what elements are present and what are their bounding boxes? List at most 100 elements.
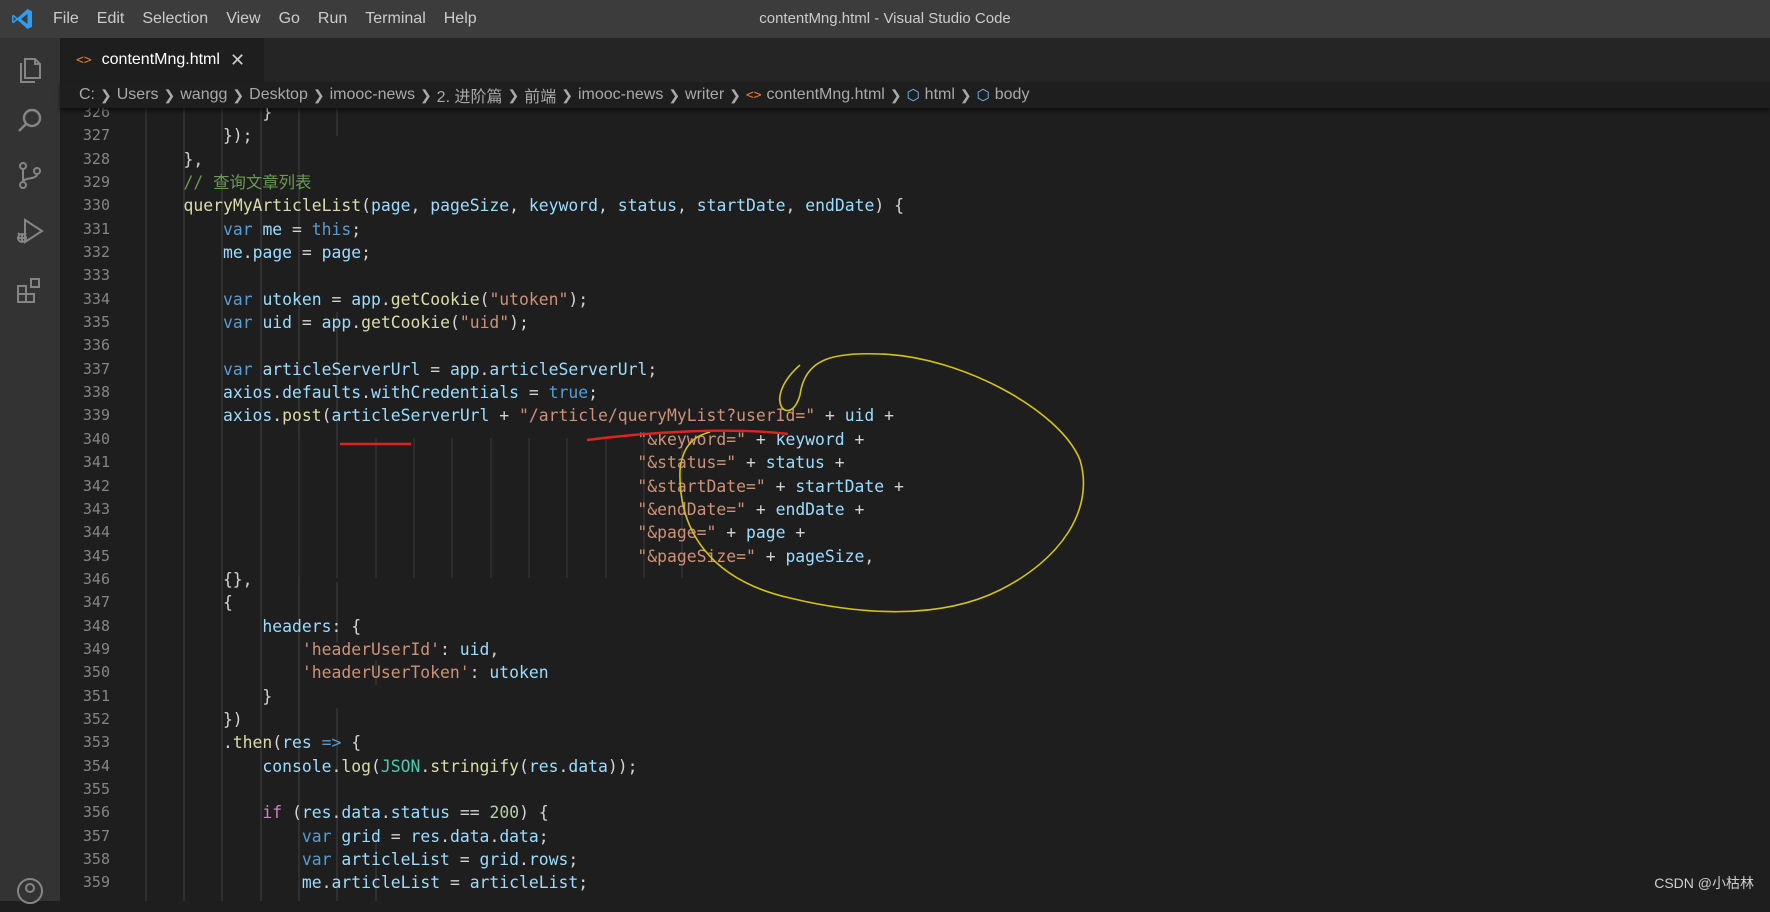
line-number: 333	[82, 266, 110, 285]
line-number: 350	[82, 663, 110, 682]
code-lines: } }); }, // 查询文章列表 queryMyArticleList(pa…	[144, 108, 904, 895]
code-line: });	[144, 126, 253, 146]
line-number: 359	[82, 873, 110, 892]
code-line: 'headerUserId': uid,	[301, 639, 500, 659]
breadcrumb-item[interactable]: 2. 进阶篇	[437, 83, 503, 107]
chevron-right-icon: ❯	[729, 86, 741, 103]
line-number: 338	[82, 383, 110, 402]
line-number: 342	[82, 476, 110, 495]
search-icon[interactable]	[13, 104, 47, 138]
breadcrumb-item[interactable]: contentMng.html	[767, 86, 885, 104]
line-number-gutter: 326 327 328 329 330 331 332 333 334 335 …	[60, 108, 110, 895]
line-number: 344	[82, 523, 110, 542]
code-line: })	[144, 709, 243, 729]
code-line: var uid = app.getCookie("uid");	[222, 313, 529, 333]
chevron-right-icon: ❯	[163, 86, 176, 103]
chevron-right-icon: ❯	[507, 86, 520, 103]
breadcrumb-item[interactable]: C:	[79, 86, 95, 104]
line-number: 334	[82, 289, 110, 308]
code-line: .then(res => {	[144, 733, 362, 753]
source-control-icon[interactable]	[13, 158, 47, 192]
line-number: 354	[82, 756, 110, 775]
code-line: var articleServerUrl = app.articleServer…	[222, 359, 658, 379]
code-line: },	[144, 149, 204, 169]
line-number: 355	[82, 779, 110, 798]
code-line: "&pageSize=" + pageSize,	[637, 546, 875, 566]
line-number: 352	[82, 709, 110, 728]
line-number: 337	[82, 359, 110, 378]
line-number: 347	[82, 593, 110, 612]
breadcrumb-item[interactable]: writer	[685, 86, 724, 104]
code-line: var articleList = grid.rows;	[301, 850, 579, 869]
run-debug-icon[interactable]	[13, 214, 47, 248]
chevron-right-icon: ❯	[100, 86, 112, 103]
title-bar: File Edit Selection View Go Run Terminal…	[0, 0, 1770, 38]
chevron-right-icon: ❯	[668, 86, 681, 103]
breadcrumb-item[interactable]: html	[925, 86, 955, 104]
tab-bar: <> contentMng.html ✕	[60, 38, 1770, 82]
symbol-element-icon: ⬡	[976, 87, 990, 104]
line-number: 335	[82, 313, 110, 332]
line-number: 340	[82, 429, 110, 448]
code-line: queryMyArticleList(page, pageSize, keywo…	[183, 196, 904, 216]
line-number: 328	[82, 149, 110, 168]
code-line: }	[144, 108, 273, 122]
code-line: "&keyword=" + keyword +	[637, 429, 865, 449]
line-number: 353	[82, 733, 110, 752]
chevron-right-icon: ❯	[889, 86, 902, 103]
code-line: headers: {	[262, 616, 362, 636]
extensions-icon[interactable]	[13, 274, 47, 308]
code-line: {},	[144, 569, 253, 589]
line-number: 356	[82, 803, 110, 822]
line-number: 358	[82, 850, 110, 868]
breadcrumb-item[interactable]: wangg	[180, 86, 227, 104]
tab-contentmng-html[interactable]: <> contentMng.html ✕	[60, 38, 264, 82]
breadcrumb-item[interactable]: Users	[117, 86, 159, 104]
breadcrumb-item[interactable]: 前端	[524, 83, 556, 107]
line-number: 326	[82, 108, 110, 121]
code-line: // 查询文章列表	[183, 173, 312, 193]
html-file-icon: <>	[745, 87, 762, 103]
code-line: axios.defaults.withCredentials = true;	[222, 383, 598, 403]
code-line: "&endDate=" + endDate +	[637, 499, 865, 519]
chevron-right-icon: ❯	[959, 86, 972, 103]
chevron-right-icon: ❯	[312, 86, 325, 103]
breadcrumb-item[interactable]: imooc-news	[578, 86, 663, 104]
line-number: 349	[82, 639, 110, 658]
chevron-right-icon: ❯	[561, 86, 573, 103]
breadcrumb-item[interactable]: imooc-news	[330, 86, 415, 104]
line-number: 357	[82, 826, 110, 845]
code-line: if (res.data.status == 200) {	[262, 803, 549, 823]
code-editor[interactable]: 326 327 328 329 330 331 332 333 334 335 …	[60, 108, 1770, 901]
line-number: 343	[82, 499, 110, 518]
code-line: console.log(JSON.stringify(res.data));	[262, 756, 638, 776]
code-line: var me = this;	[222, 219, 362, 239]
line-number: 330	[82, 196, 110, 215]
line-number: 346	[82, 569, 110, 588]
line-number: 329	[82, 173, 110, 192]
chevron-right-icon: ❯	[419, 86, 432, 103]
code-line: 'headerUserToken': utoken	[301, 663, 549, 683]
code-line: me.articleList = articleList;	[301, 873, 589, 893]
breadcrumb-item[interactable]: Desktop	[249, 86, 308, 104]
line-number: 348	[82, 616, 110, 635]
explorer-icon[interactable]	[13, 53, 47, 87]
breadcrumb-item[interactable]: body	[995, 86, 1030, 104]
symbol-element-icon: ⬡	[906, 87, 920, 104]
line-number: 327	[82, 126, 110, 145]
line-number: 331	[82, 219, 110, 238]
code-line: var grid = res.data.data;	[301, 826, 549, 846]
line-number: 336	[82, 336, 110, 355]
close-icon[interactable]: ✕	[230, 50, 245, 71]
html-file-icon: <>	[76, 52, 92, 68]
line-number: 332	[82, 243, 110, 262]
line-number: 341	[82, 453, 110, 472]
code-line: "&startDate=" + startDate +	[637, 476, 904, 496]
code-line: me.page = page;	[222, 243, 372, 263]
code-line: axios.post(articleServerUrl + "/article/…	[222, 406, 895, 426]
code-line: "&page=" + page +	[637, 523, 806, 543]
accounts-icon[interactable]	[13, 874, 47, 908]
code-line: {	[144, 593, 233, 613]
